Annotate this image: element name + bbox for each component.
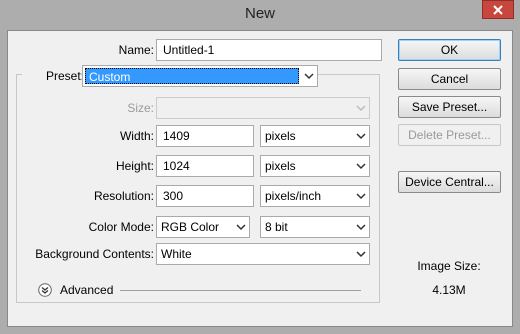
chevron-down-icon [236, 224, 246, 231]
width-unit-value: pixels [265, 129, 296, 143]
name-field[interactable]: Untitled-1 [156, 39, 382, 61]
color-mode-select[interactable]: RGB Color [156, 216, 250, 238]
advanced-label[interactable]: Advanced [60, 283, 113, 297]
size-select [156, 97, 370, 119]
height-unit-value: pixels [265, 159, 296, 173]
ok-button[interactable]: OK [398, 39, 501, 61]
image-size-label: Image Size: [417, 259, 481, 273]
size-label: Size: [127, 101, 154, 115]
preset-label: Preset: [22, 69, 86, 83]
height-label: Height: [115, 159, 154, 173]
close-icon [493, 4, 503, 15]
close-button[interactable] [482, 0, 514, 19]
chevron-down-icon [356, 105, 366, 112]
width-unit-select[interactable]: pixels [260, 125, 370, 147]
chevron-down-icon [356, 251, 366, 258]
preset-select[interactable]: Custom [82, 65, 318, 87]
bit-depth-select[interactable]: 8 bit [260, 216, 370, 238]
device-central-button[interactable]: Device Central... [398, 171, 501, 193]
resolution-field[interactable]: 300 [156, 185, 254, 207]
title-bar: New [0, 0, 520, 30]
chevron-down-icon [356, 133, 366, 140]
background-contents-value: White [161, 247, 192, 261]
dialog-body: Name: Untitled-1 Preset: Custom Size: Wi… [7, 30, 513, 327]
bit-depth-value: 8 bit [265, 220, 288, 234]
chevron-down-icon [356, 193, 366, 200]
save-preset-button[interactable]: Save Preset... [398, 96, 501, 118]
height-unit-select[interactable]: pixels [260, 155, 370, 177]
resolution-unit-select[interactable]: pixels/inch [260, 185, 370, 207]
preset-value: Custom [85, 68, 299, 84]
name-label: Name: [118, 43, 154, 57]
expand-double-chevron-icon[interactable] [38, 283, 52, 297]
chevron-down-icon [356, 224, 366, 231]
height-field[interactable]: 1024 [156, 155, 254, 177]
background-contents-select[interactable]: White [156, 243, 370, 265]
cancel-button[interactable]: Cancel [398, 68, 501, 90]
chevron-down-icon [304, 73, 314, 80]
color-mode-value: RGB Color [161, 220, 220, 234]
width-label: Width: [119, 129, 154, 143]
window-title: New [244, 5, 275, 22]
resolution-unit-value: pixels/inch [265, 189, 322, 203]
background-contents-label: Background Contents: [35, 247, 154, 261]
image-size-value: 4.13M [432, 283, 466, 297]
color-mode-label: Color Mode: [88, 220, 154, 234]
chevron-down-icon [356, 163, 366, 170]
delete-preset-button: Delete Preset... [398, 124, 501, 146]
resolution-label: Resolution: [93, 189, 154, 203]
advanced-divider [120, 290, 361, 291]
width-field[interactable]: 1409 [156, 125, 254, 147]
